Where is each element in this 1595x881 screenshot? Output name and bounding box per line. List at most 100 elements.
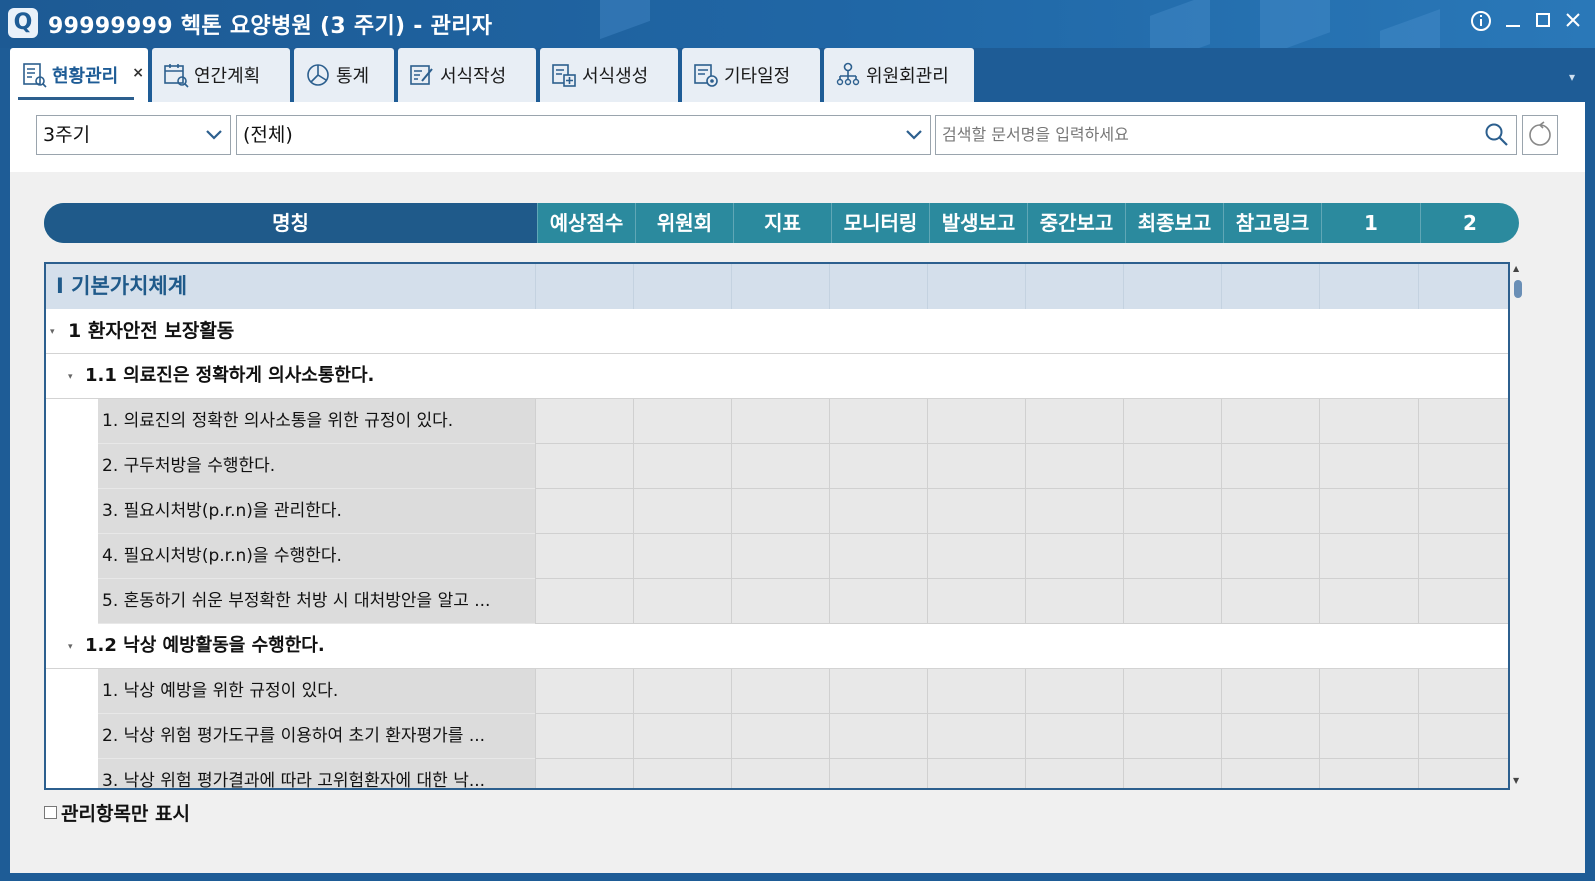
grid-cell[interactable] bbox=[633, 714, 731, 759]
tab-overflow-icon[interactable]: ▾ bbox=[1569, 70, 1575, 84]
grid-cell[interactable] bbox=[633, 759, 731, 788]
grid-cell[interactable] bbox=[1319, 579, 1418, 624]
grid-cell[interactable] bbox=[1025, 264, 1123, 309]
grid-cell[interactable] bbox=[1418, 714, 1508, 759]
close-icon[interactable] bbox=[1560, 10, 1586, 36]
grid-cell[interactable] bbox=[1025, 534, 1123, 579]
tab-form-write[interactable]: 서식작성 bbox=[398, 48, 536, 102]
table-row[interactable]: 1. 낙상 예방을 위한 규정이 있다. bbox=[46, 669, 1508, 714]
tab-form-create[interactable]: 서식생성 bbox=[540, 48, 678, 102]
grid-cell[interactable] bbox=[731, 399, 829, 444]
group-row[interactable]: ▾ 1.2 낙상 예방활동을 수행한다. bbox=[46, 624, 1508, 669]
maximize-icon[interactable] bbox=[1530, 10, 1556, 36]
tree-grid[interactable]: Ⅰ 기본가치체계 ▾ 1 환자안전 보장활동 ▾ 1.1 의료진은 정확하게 의… bbox=[44, 262, 1510, 790]
grid-cell[interactable] bbox=[1319, 399, 1418, 444]
collapse-arrow-icon[interactable]: ▾ bbox=[68, 372, 73, 382]
grid-cell[interactable] bbox=[1123, 264, 1221, 309]
collapse-arrow-icon[interactable]: ▾ bbox=[68, 642, 73, 652]
vertical-scrollbar[interactable]: ▲ ▼ bbox=[1510, 262, 1526, 790]
grid-cell[interactable] bbox=[1221, 534, 1319, 579]
grid-cell[interactable] bbox=[927, 714, 1025, 759]
info-icon[interactable] bbox=[1468, 10, 1494, 36]
tab-committee-management[interactable]: 위원회관리 bbox=[824, 48, 974, 102]
grid-cell[interactable] bbox=[829, 579, 927, 624]
grid-cell[interactable] bbox=[1025, 669, 1123, 714]
grid-cell[interactable] bbox=[633, 669, 731, 714]
section-row[interactable]: Ⅰ 기본가치체계 bbox=[46, 264, 1508, 309]
grid-cell[interactable] bbox=[1319, 669, 1418, 714]
grid-cell[interactable] bbox=[1123, 759, 1221, 788]
grid-cell[interactable] bbox=[927, 759, 1025, 788]
grid-cell[interactable] bbox=[535, 489, 633, 534]
grid-cell[interactable] bbox=[1221, 489, 1319, 534]
table-row[interactable]: 5. 혼동하기 쉬운 부정확한 처방 시 대처방안을 알고 ... bbox=[46, 579, 1508, 624]
grid-cell[interactable] bbox=[1418, 264, 1508, 309]
scrollbar-thumb[interactable] bbox=[1514, 280, 1522, 298]
grid-cell[interactable] bbox=[927, 579, 1025, 624]
grid-cell[interactable] bbox=[1319, 444, 1418, 489]
grid-cell[interactable] bbox=[1123, 489, 1221, 534]
grid-cell[interactable] bbox=[1221, 759, 1319, 788]
grid-cell[interactable] bbox=[1418, 669, 1508, 714]
grid-cell[interactable] bbox=[535, 534, 633, 579]
grid-cell[interactable] bbox=[633, 444, 731, 489]
grid-cell[interactable] bbox=[1123, 444, 1221, 489]
grid-cell[interactable] bbox=[731, 759, 829, 788]
grid-cell[interactable] bbox=[731, 534, 829, 579]
grid-cell[interactable] bbox=[927, 444, 1025, 489]
grid-cell[interactable] bbox=[1319, 264, 1418, 309]
tab-other-schedule[interactable]: 기타일정 bbox=[682, 48, 820, 102]
grid-cell[interactable] bbox=[1025, 759, 1123, 788]
grid-cell[interactable] bbox=[1221, 444, 1319, 489]
grid-cell[interactable] bbox=[927, 264, 1025, 309]
grid-cell[interactable] bbox=[1319, 489, 1418, 534]
grid-cell[interactable] bbox=[633, 489, 731, 534]
grid-cell[interactable] bbox=[535, 714, 633, 759]
grid-cell[interactable] bbox=[927, 669, 1025, 714]
grid-cell[interactable] bbox=[829, 264, 927, 309]
cycle-select[interactable]: 3주기 bbox=[36, 115, 231, 155]
grid-cell[interactable] bbox=[1025, 579, 1123, 624]
grid-cell[interactable] bbox=[1319, 714, 1418, 759]
grid-cell[interactable] bbox=[1123, 714, 1221, 759]
table-row[interactable]: 3. 필요시처방(p.r.n)을 관리한다. bbox=[46, 489, 1508, 534]
tab-close-icon[interactable]: × bbox=[132, 65, 144, 81]
grid-cell[interactable] bbox=[927, 489, 1025, 534]
scroll-up-arrow-icon[interactable]: ▲ bbox=[1513, 264, 1519, 273]
grid-cell[interactable] bbox=[731, 489, 829, 534]
grid-cell[interactable] bbox=[1221, 669, 1319, 714]
tab-annual-plan[interactable]: 연간계획 bbox=[152, 48, 290, 102]
scroll-down-arrow-icon[interactable]: ▼ bbox=[1513, 776, 1519, 785]
grid-cell[interactable] bbox=[535, 579, 633, 624]
group-row[interactable]: ▾ 1.1 의료진은 정확하게 의사소통한다. bbox=[46, 354, 1508, 399]
grid-cell[interactable] bbox=[829, 534, 927, 579]
grid-cell[interactable] bbox=[535, 669, 633, 714]
grid-cell[interactable] bbox=[731, 264, 829, 309]
minimize-icon[interactable] bbox=[1500, 10, 1526, 36]
grid-cell[interactable] bbox=[927, 399, 1025, 444]
grid-cell[interactable] bbox=[1221, 714, 1319, 759]
collapse-arrow-icon[interactable]: ▾ bbox=[50, 327, 55, 337]
grid-cell[interactable] bbox=[829, 669, 927, 714]
table-row[interactable]: 3. 낙상 위험 평가결과에 따라 고위험환자에 대한 낙... bbox=[46, 759, 1508, 788]
grid-cell[interactable] bbox=[829, 489, 927, 534]
table-row[interactable]: 2. 구두처방을 수행한다. bbox=[46, 444, 1508, 489]
table-row[interactable]: 2. 낙상 위험 평가도구를 이용하여 초기 환자평가를 ... bbox=[46, 714, 1508, 759]
grid-cell[interactable] bbox=[633, 579, 731, 624]
grid-cell[interactable] bbox=[1418, 489, 1508, 534]
managed-items-checkbox[interactable] bbox=[44, 806, 57, 819]
grid-cell[interactable] bbox=[1418, 444, 1508, 489]
grid-cell[interactable] bbox=[829, 444, 927, 489]
table-row[interactable]: 4. 필요시처방(p.r.n)을 수행한다. bbox=[46, 534, 1508, 579]
grid-cell[interactable] bbox=[1221, 579, 1319, 624]
grid-cell[interactable] bbox=[927, 534, 1025, 579]
grid-cell[interactable] bbox=[1025, 444, 1123, 489]
grid-cell[interactable] bbox=[1221, 399, 1319, 444]
grid-cell[interactable] bbox=[1025, 714, 1123, 759]
grid-cell[interactable] bbox=[1418, 399, 1508, 444]
grid-cell[interactable] bbox=[1418, 579, 1508, 624]
grid-cell[interactable] bbox=[535, 264, 633, 309]
category-select[interactable]: (전체) bbox=[236, 115, 931, 155]
refresh-button[interactable] bbox=[1522, 115, 1558, 155]
grid-cell[interactable] bbox=[829, 714, 927, 759]
